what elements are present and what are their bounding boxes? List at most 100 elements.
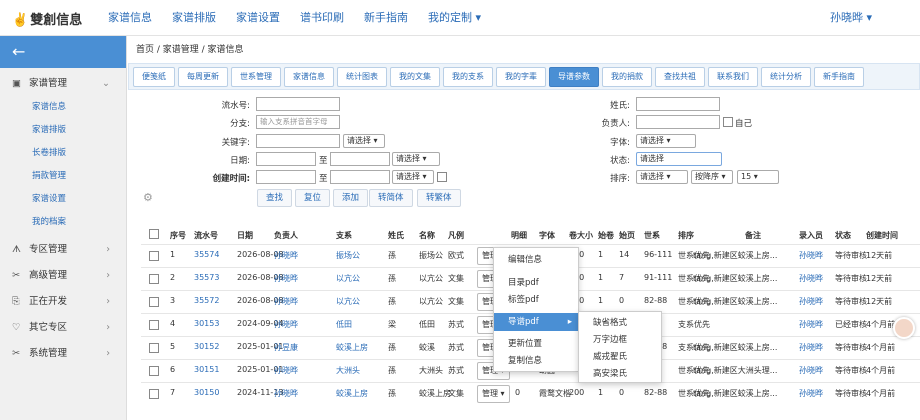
cell-branch[interactable]: 振场公 [336, 250, 360, 261]
cell-manage-button[interactable]: 管理 ▾ [477, 385, 510, 403]
back-arrow-icon[interactable]: ← [0, 36, 126, 68]
sidebar-item-scroll-layout[interactable]: 长卷排版 [0, 142, 126, 165]
self-checkbox[interactable] [723, 117, 733, 127]
avatar[interactable] [893, 317, 915, 339]
cell-serial[interactable]: 35572 [194, 296, 219, 305]
submenu-gaoan-liang[interactable]: 高安梁氏 [579, 365, 661, 383]
sidebar-item-jiapu-layout[interactable]: 家谱排版 [0, 119, 126, 142]
tab-guide[interactable]: 新手指南 [814, 67, 864, 87]
cell-serial[interactable]: 30151 [194, 365, 219, 374]
submenu-weirong-zhai[interactable]: 威戎翟氏 [579, 348, 661, 366]
topnav-beginner-guide[interactable]: 新手指南 [364, 0, 408, 36]
tab-contact[interactable]: 联系我们 [708, 67, 758, 87]
cell-owner[interactable]: 孙晓晔 [274, 296, 298, 307]
cell-branch[interactable]: 以亢公 [336, 273, 360, 284]
topnav-jiapu-layout[interactable]: 家谱排版 [172, 0, 216, 36]
cell-branch[interactable]: 低田 [336, 319, 352, 330]
to-simplified-button[interactable]: 转简体 [369, 189, 413, 207]
created-start-input[interactable] [256, 170, 316, 184]
cell-owner[interactable]: 孙晓晔 [274, 273, 298, 284]
cell-recorder[interactable]: 孙晓晔 [799, 365, 823, 376]
sort-order-select[interactable]: 按降序 ▾ [691, 170, 733, 184]
sidebar-group-advanced[interactable]: ✂ 高级管理 › [0, 263, 126, 289]
submenu-wanzi-border[interactable]: 万字边框 [579, 331, 661, 349]
cell-recorder[interactable]: 孙晓晔 [799, 273, 823, 284]
select-all-checkbox[interactable] [149, 229, 159, 239]
tab-charts[interactable]: 统计图表 [337, 67, 387, 87]
cell-recorder[interactable]: 孙晓晔 [799, 319, 823, 330]
cell-serial[interactable]: 30153 [194, 319, 219, 328]
sort-field-select[interactable]: 请选择 ▾ [636, 170, 688, 184]
cell-serial[interactable]: 35573 [194, 273, 219, 282]
tab-weekly[interactable]: 每周更新 [178, 67, 228, 87]
sidebar-group-dev[interactable]: ⎘ 正在开发 › [0, 289, 126, 315]
cell-recorder[interactable]: 孙晓晔 [799, 250, 823, 261]
menu-label-pdf[interactable]: 标签pdf [494, 291, 578, 309]
sidebar-group-zone[interactable]: ᗑ 专区管理 › [0, 237, 126, 263]
submenu-default-format[interactable]: 缺省格式 [579, 314, 661, 332]
sidebar-item-donation[interactable]: 捐款管理 [0, 165, 126, 188]
cell-owner[interactable]: 孙昱康 [274, 342, 298, 353]
tab-export-params[interactable]: 导谱参数 [549, 67, 599, 87]
cell-branch[interactable]: 大洲头 [336, 365, 360, 376]
cell-owner[interactable]: 孙晓晔 [274, 365, 298, 376]
tab-analysis[interactable]: 统计分析 [761, 67, 811, 87]
font-select[interactable]: 请选择 ▾ [636, 134, 696, 148]
topnav-jiapu-settings[interactable]: 家谱设置 [236, 0, 280, 36]
cell-branch[interactable]: 以亢公 [336, 296, 360, 307]
topnav-jiapu-info[interactable]: 家谱信息 [108, 0, 152, 36]
tab-branch[interactable]: 我的支系 [443, 67, 493, 87]
sidebar-item-settings[interactable]: 家谱设置 [0, 188, 126, 211]
tab-generation[interactable]: 我的字辈 [496, 67, 546, 87]
topnav-book-print[interactable]: 谱书印刷 [300, 0, 344, 36]
sidebar-group-other[interactable]: ♡ 其它专区 › [0, 315, 126, 341]
created-checkbox[interactable] [437, 172, 447, 182]
created-end-input[interactable] [330, 170, 390, 184]
tab-lineage[interactable]: 世系管理 [231, 67, 281, 87]
keyword-input[interactable] [256, 134, 340, 148]
serial-input[interactable] [256, 97, 340, 111]
row-checkbox[interactable] [149, 389, 159, 399]
add-button[interactable]: 添加 [333, 189, 369, 207]
sidebar-item-archive[interactable]: 我的档案 [0, 211, 126, 234]
row-checkbox[interactable] [149, 343, 159, 353]
branch-input[interactable]: 输入支系拼音首字母 [256, 115, 340, 129]
date-select[interactable]: 请选择 ▾ [392, 152, 440, 166]
cell-recorder[interactable]: 孙晓晔 [799, 296, 823, 307]
menu-copy-info[interactable]: 复制信息 [494, 352, 578, 370]
to-traditional-button[interactable]: 转繁体 [417, 189, 461, 207]
row-checkbox[interactable] [149, 366, 159, 376]
cell-serial[interactable]: 30152 [194, 342, 219, 351]
created-select[interactable]: 请选择 ▾ [392, 170, 434, 184]
row-checkbox[interactable] [149, 274, 159, 284]
surname-input[interactable] [636, 97, 720, 111]
cell-recorder[interactable]: 孙晓晔 [799, 342, 823, 353]
status-select[interactable]: 请选择 [636, 152, 722, 166]
reset-button[interactable]: 复位 [295, 189, 331, 207]
cell-branch[interactable]: 蛟溪上房 [336, 342, 368, 353]
page-size-select[interactable]: 15 ▾ [737, 170, 779, 184]
menu-edit-info[interactable]: 编辑信息 [494, 251, 578, 269]
cell-owner[interactable]: 孙晓晔 [274, 388, 298, 399]
cell-owner[interactable]: 孙晓晔 [274, 319, 298, 330]
topnav-my-custom[interactable]: 我的定制 ▾ [428, 0, 481, 36]
menu-update-position[interactable]: 更新位置 [494, 335, 578, 353]
gear-icon[interactable]: ⚙ [143, 191, 153, 204]
date-start-input[interactable] [256, 152, 316, 166]
search-button[interactable]: 查找 [257, 189, 293, 207]
date-end-input[interactable] [330, 152, 390, 166]
sidebar-group-jiapu[interactable]: ▣ 家谱管理 ⌄ [0, 72, 126, 96]
owner-input[interactable] [636, 115, 720, 129]
tab-notes[interactable]: 便笺纸 [133, 67, 175, 87]
tab-jiapu-info[interactable]: 家谱信息 [284, 67, 334, 87]
row-checkbox[interactable] [149, 251, 159, 261]
tab-ancestor[interactable]: 查找共祖 [655, 67, 705, 87]
sidebar-group-system[interactable]: ✂ 系统管理 › [0, 341, 126, 367]
cell-owner[interactable]: 孙晓晔 [274, 250, 298, 261]
app-logo[interactable]: ✌ 雙創信息 [12, 9, 82, 28]
row-checkbox[interactable] [149, 320, 159, 330]
tab-collection[interactable]: 我的文集 [390, 67, 440, 87]
user-menu[interactable]: 孙晓晔 ▾ [830, 0, 872, 36]
cell-recorder[interactable]: 孙晓晔 [799, 388, 823, 399]
cell-serial[interactable]: 30150 [194, 388, 219, 397]
